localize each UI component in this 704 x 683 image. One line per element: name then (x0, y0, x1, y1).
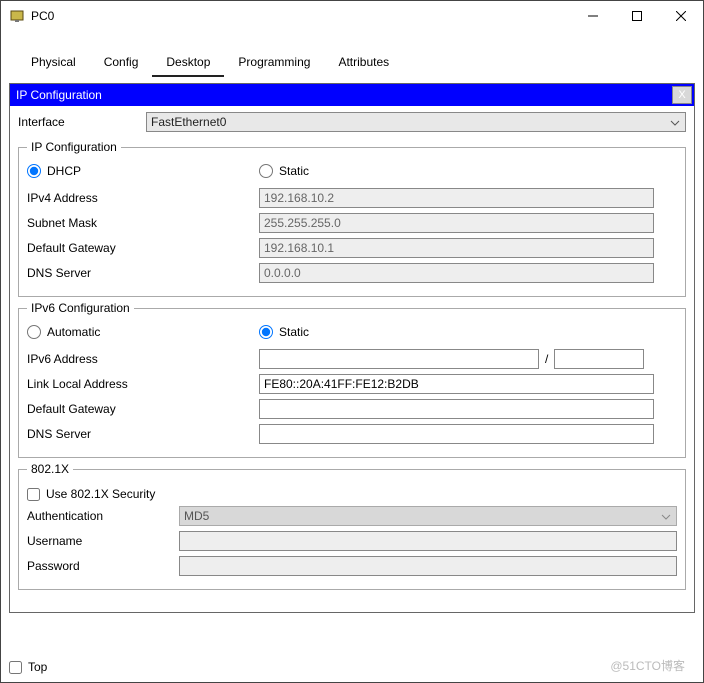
close-panel-button[interactable]: X (672, 86, 692, 104)
close-window-button[interactable] (659, 1, 703, 31)
interface-value: FastEthernet0 (151, 115, 226, 129)
tab-bar: Physical Config Desktop Programming Attr… (1, 49, 703, 77)
use-8021x-checkbox[interactable] (27, 488, 40, 501)
ipv6-address-label: IPv6 Address (27, 352, 259, 366)
dot1x-group: 802.1X Use 802.1X Security Authenticatio… (18, 462, 686, 590)
dns-server-input[interactable] (259, 263, 654, 283)
ipv6-configuration-legend: IPv6 Configuration (27, 301, 134, 315)
ipv4-address-input[interactable] (259, 188, 654, 208)
ipv6-configuration-group: IPv6 Configuration Automatic Static IPv6… (18, 301, 686, 458)
authentication-label: Authentication (27, 509, 179, 523)
link-local-label: Link Local Address (27, 377, 259, 391)
prefix-separator: / (545, 352, 548, 366)
top-option[interactable]: Top (9, 660, 47, 674)
tab-programming[interactable]: Programming (224, 49, 324, 77)
dns-server-label: DNS Server (27, 266, 259, 280)
minimize-button[interactable] (571, 1, 615, 31)
ipv6-auto-option[interactable]: Automatic (27, 325, 259, 339)
ipv4-address-label: IPv4 Address (27, 191, 259, 205)
app-icon (9, 8, 25, 24)
dhcp-option[interactable]: DHCP (27, 164, 259, 178)
authentication-select[interactable]: MD5 (179, 506, 677, 526)
ip-config-panel: IP Configuration X Interface FastEtherne… (9, 83, 695, 613)
watermark: @51CTO博客 (610, 657, 685, 674)
password-label: Password (27, 559, 179, 573)
ip-configuration-legend: IP Configuration (27, 140, 121, 154)
ipv6-gateway-input[interactable] (259, 399, 654, 419)
username-input[interactable] (179, 531, 677, 551)
window-title: PC0 (31, 9, 571, 23)
static-radio[interactable] (259, 164, 273, 178)
ip-configuration-group: IP Configuration DHCP Static IPv4 Addres… (18, 140, 686, 297)
chevron-down-icon (661, 511, 671, 525)
static-option[interactable]: Static (259, 164, 491, 178)
tab-physical[interactable]: Physical (17, 49, 90, 77)
username-label: Username (27, 534, 179, 548)
ipv6-static-option[interactable]: Static (259, 325, 491, 339)
chevron-down-icon (670, 117, 680, 131)
dhcp-radio[interactable] (27, 164, 41, 178)
panel-title-bar: IP Configuration X (10, 84, 694, 106)
default-gateway-label: Default Gateway (27, 241, 259, 255)
subnet-mask-label: Subnet Mask (27, 216, 259, 230)
interface-label: Interface (18, 115, 146, 129)
panel-title: IP Configuration (16, 88, 672, 102)
interface-select[interactable]: FastEthernet0 (146, 112, 686, 132)
ipv6-auto-radio[interactable] (27, 325, 41, 339)
password-input[interactable] (179, 556, 677, 576)
ipv6-address-input[interactable] (259, 349, 539, 369)
tab-attributes[interactable]: Attributes (324, 49, 403, 77)
dot1x-legend: 802.1X (27, 462, 73, 476)
default-gateway-input[interactable] (259, 238, 654, 258)
ipv6-gateway-label: Default Gateway (27, 402, 259, 416)
ipv6-dns-label: DNS Server (27, 427, 259, 441)
use-8021x-option[interactable]: Use 802.1X Security (27, 487, 155, 501)
link-local-input[interactable] (259, 374, 654, 394)
ipv6-dns-input[interactable] (259, 424, 654, 444)
ipv6-static-radio[interactable] (259, 325, 273, 339)
tab-desktop[interactable]: Desktop (152, 49, 224, 77)
titlebar: PC0 (1, 1, 703, 31)
maximize-button[interactable] (615, 1, 659, 31)
subnet-mask-input[interactable] (259, 213, 654, 233)
tab-config[interactable]: Config (90, 49, 153, 77)
top-checkbox[interactable] (9, 661, 22, 674)
ipv6-prefix-input[interactable] (554, 349, 644, 369)
